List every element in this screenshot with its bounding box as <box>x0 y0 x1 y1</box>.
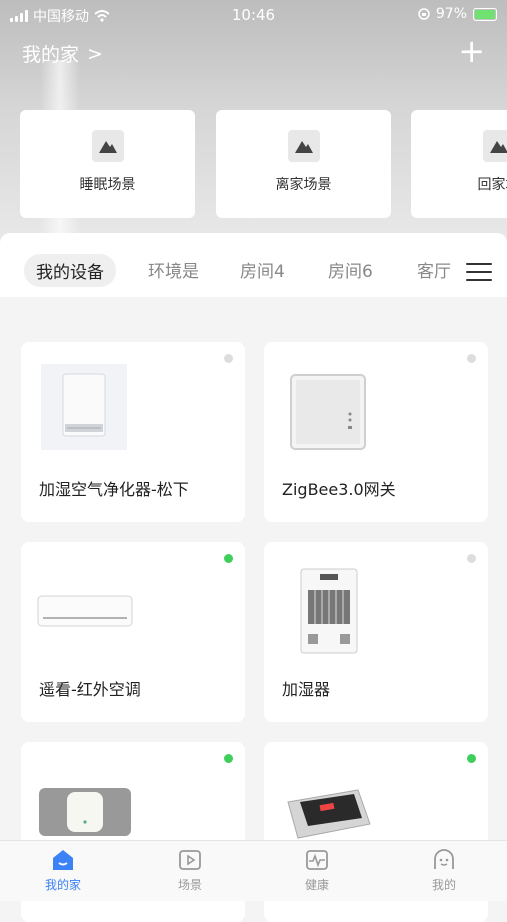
tabbar-label: 我的 <box>432 878 456 892</box>
device-card-humidifier[interactable]: 加湿器 <box>264 542 488 722</box>
play-icon <box>177 847 203 873</box>
tabbar-scenes[interactable]: 场景 <box>127 847 253 893</box>
home-icon <box>50 847 76 873</box>
scene-list: 睡眠场景 离家场景 回家场 <box>20 110 507 218</box>
gateway-image <box>290 374 366 454</box>
ac-image <box>37 594 133 634</box>
pulse-icon <box>304 847 330 873</box>
status-dot <box>224 554 233 563</box>
orientation-lock-icon <box>418 8 430 20</box>
tab-my-devices[interactable]: 我的设备 <box>24 254 116 287</box>
status-dot <box>224 354 233 363</box>
tabbar-my-home[interactable]: 我的家 <box>0 847 126 893</box>
tabbar-label: 健康 <box>305 878 329 892</box>
tab-room-6[interactable]: 房间6 <box>328 257 373 282</box>
device-name: 遥看-红外空调 <box>39 676 141 700</box>
device-name: ZigBee3.0网关 <box>282 476 396 500</box>
humidifier-image <box>300 568 358 658</box>
tabbar-health[interactable]: 健康 <box>254 847 380 893</box>
status-right: 97% <box>418 6 497 22</box>
status-dot <box>467 354 476 363</box>
chevron-right-icon: > <box>87 43 103 65</box>
status-dot <box>224 754 233 763</box>
status-dot <box>467 554 476 563</box>
scene-label: 离家场景 <box>276 174 332 194</box>
scene-label: 睡眠场景 <box>80 174 136 194</box>
bottom-tabbar: 我的家 场景 健康 我的 <box>0 840 507 901</box>
device-card-gateway[interactable]: ZigBee3.0网关 <box>264 342 488 522</box>
mountain-icon <box>483 130 507 162</box>
mountain-icon <box>288 130 320 162</box>
sensor-image <box>39 788 131 840</box>
tabbar-label: 我的家 <box>45 878 81 892</box>
menu-icon[interactable] <box>466 263 492 281</box>
tabbar-label: 场景 <box>178 878 202 892</box>
scene-card-home[interactable]: 回家场 <box>411 110 507 218</box>
tab-living-room[interactable]: 客厅 <box>417 257 451 282</box>
home-title: 我的家 <box>22 40 79 67</box>
home-selector[interactable]: 我的家 > <box>22 40 103 67</box>
add-button[interactable]: + <box>458 36 485 66</box>
status-dot <box>467 754 476 763</box>
monitor-image <box>280 784 376 844</box>
battery-icon <box>473 8 497 21</box>
scene-label: 回家场 <box>478 174 507 194</box>
device-card-ac[interactable]: 遥看-红外空调 <box>21 542 245 722</box>
scene-card-sleep[interactable]: 睡眠场景 <box>20 110 195 218</box>
face-icon <box>431 847 457 873</box>
tab-environment[interactable]: 环境是 <box>148 257 199 282</box>
room-tabs: 我的设备 环境是 房间4 房间6 客厅 <box>0 233 507 297</box>
device-name: 加湿空气净化器-松下 <box>39 476 189 500</box>
device-name: 加湿器 <box>282 676 330 700</box>
mountain-icon <box>92 130 124 162</box>
purifier-image <box>41 364 127 454</box>
tabbar-me[interactable]: 我的 <box>381 847 507 893</box>
status-bar: 中国移动 10:46 97% <box>0 0 507 28</box>
tab-room-4[interactable]: 房间4 <box>240 257 285 282</box>
device-card-purifier[interactable]: 加湿空气净化器-松下 <box>21 342 245 522</box>
scene-card-away[interactable]: 离家场景 <box>216 110 391 218</box>
battery-percent: 97% <box>436 6 467 22</box>
